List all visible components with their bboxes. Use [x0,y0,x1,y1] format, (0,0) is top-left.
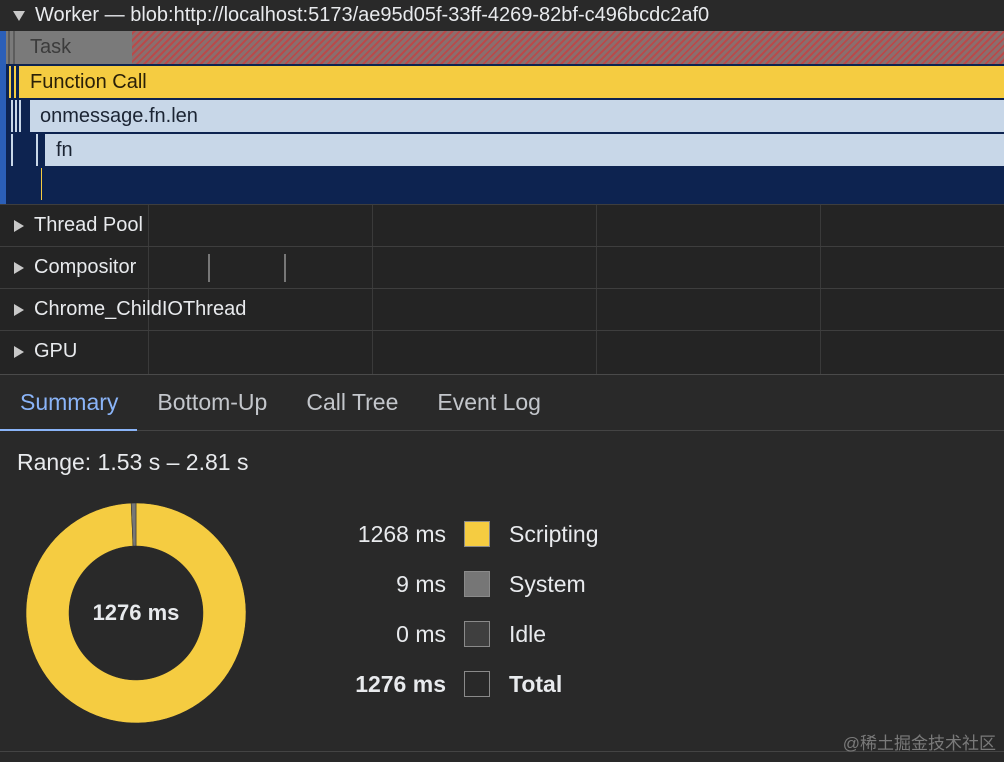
tab-bottom-up[interactable]: Bottom-Up [137,375,286,430]
onmessage-label: onmessage.fn.len [40,104,198,127]
timeline-flame-chart[interactable]: Worker — blob:http://localhost:5173/ae95… [0,0,1004,374]
legend-swatch [464,521,490,547]
expand-triangle-icon[interactable] [13,10,25,21]
tab-call-tree[interactable]: Call Tree [286,375,417,430]
watermark-text: @稀土掘金技术社区 [842,734,996,753]
worker-track-header[interactable]: Worker — blob:http://localhost:5173/ae95… [0,0,1004,31]
details-tabbar: Summary Bottom-Up Call Tree Event Log [0,375,1004,431]
compositor-slice[interactable] [284,254,286,282]
tab-label: Summary [20,389,119,415]
tab-label: Bottom-Up [157,389,268,415]
expand-triangle-icon[interactable] [14,219,24,232]
legend-value: 1276 ms [355,670,446,697]
legend-swatch [464,571,490,597]
expand-triangle-icon[interactable] [14,261,24,274]
expand-triangle-icon[interactable] [14,345,24,358]
legend-label: Idle [509,620,547,647]
function-call-slice[interactable] [14,66,16,98]
expand-triangle-icon[interactable] [14,303,24,316]
onmessage-event-bar[interactable]: onmessage.fn.len [30,100,1004,132]
legend-swatch [464,671,490,697]
thread-row-gpu[interactable]: GPU [0,330,1004,372]
thread-row-compositor[interactable]: Compositor [0,246,1004,288]
legend-label: Total [509,670,563,697]
legend-label: System [509,570,586,597]
task-event-label-block[interactable]: Task [6,31,132,64]
task-event-label: Task [30,36,72,58]
legend-swatch [464,621,490,647]
thread-label: Compositor [34,256,137,278]
thread-row-thread-pool[interactable]: Thread Pool [0,204,1004,246]
thread-row-chrome-childiothread[interactable]: Chrome_ChildIOThread [0,288,1004,330]
compositor-slice[interactable] [208,254,210,282]
thread-label: Chrome_ChildIOThread [34,298,247,320]
details-panel: Summary Bottom-Up Call Tree Event Log Ra… [0,374,1004,762]
legend-row-system: 9 ms System [300,569,720,599]
legend-label: Scripting [509,520,599,547]
legend-value: 1268 ms [357,520,446,547]
fn-event-bar[interactable]: fn [45,134,1004,166]
marker-line [41,168,42,200]
function-call-event-bar[interactable]: Function Call [19,66,1004,98]
thread-label: GPU [34,340,78,362]
summary-donut-chart: 1276 ms [25,502,247,724]
onmessage-slice[interactable] [19,100,21,132]
fn-slice[interactable] [36,134,38,166]
fn-label: fn [56,138,73,161]
onmessage-slice[interactable] [15,100,17,132]
legend-value: 0 ms [396,620,446,647]
task-slice[interactable] [8,31,10,64]
onmessage-slice[interactable] [11,100,13,132]
task-event-bar[interactable]: Task [6,31,1004,64]
legend-row-scripting: 1268 ms Scripting [300,519,720,549]
worker-track-title: Worker — blob:http://localhost:5173/ae95… [35,4,710,26]
donut-total: 1276 ms [92,600,180,625]
tab-summary[interactable]: Summary [0,375,138,431]
task-slice[interactable] [13,31,15,64]
tab-label: Call Tree [306,389,399,415]
legend-row-total: 1276 ms Total [300,669,720,699]
fn-slice[interactable] [11,134,13,166]
range-label: Range: 1.53 s – 2.81 s [17,449,249,475]
thread-label: Thread Pool [34,214,143,236]
legend-row-idle: 0 ms Idle [300,619,720,649]
function-call-label: Function Call [30,70,147,93]
function-call-slice[interactable] [9,66,11,98]
tab-label: Event Log [437,389,541,415]
tab-event-log[interactable]: Event Log [417,375,560,430]
legend-value: 9 ms [396,570,446,597]
